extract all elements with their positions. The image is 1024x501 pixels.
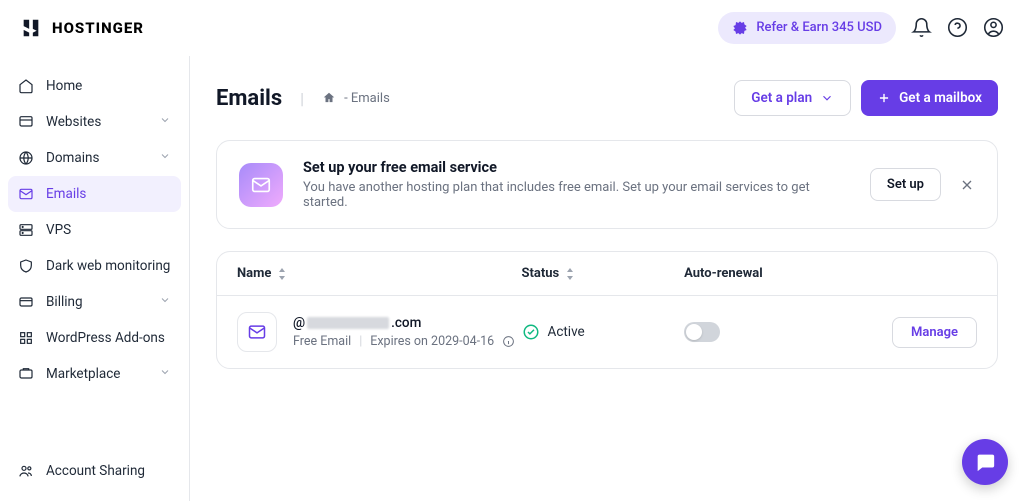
users-icon — [18, 463, 34, 479]
brand-logo[interactable]: HOSTINGER — [20, 17, 144, 39]
sidebar-item-emails[interactable]: Emails — [8, 176, 181, 212]
card-icon — [18, 294, 34, 310]
chevron-down-icon — [159, 294, 171, 310]
chevron-down-icon — [159, 150, 171, 166]
setup-button[interactable]: Set up — [870, 168, 941, 201]
plus-icon — [877, 91, 891, 105]
server-icon — [18, 222, 34, 238]
chevron-down-icon — [159, 366, 171, 382]
sidebar-item-account-sharing[interactable]: Account Sharing — [8, 453, 181, 489]
sidebar-item-darkweb[interactable]: Dark web monitoring — [8, 248, 181, 284]
button-label: Get a plan — [751, 90, 812, 106]
breadcrumb-text: - Emails — [344, 91, 390, 106]
page-header: Emails | - Emails Get a plan Get a mailb… — [216, 80, 998, 116]
column-header-name[interactable]: Name — [237, 266, 522, 281]
column-header-renewal: Auto-renewal — [684, 266, 867, 281]
redacted-domain — [307, 317, 389, 329]
sort-icon — [277, 268, 287, 280]
manage-button[interactable]: Manage — [892, 317, 977, 348]
main-content: Emails | - Emails Get a plan Get a mailb… — [190, 56, 1024, 501]
email-meta: Free Email | Expires on 2029-04-16 — [293, 334, 515, 349]
notifications-icon[interactable] — [910, 17, 932, 39]
emails-table: Name Status Auto-renewal @ — [216, 251, 998, 369]
info-icon[interactable] — [502, 335, 515, 348]
brand-name: HOSTINGER — [52, 19, 144, 37]
refer-label: Refer & Earn 345 USD — [756, 20, 882, 35]
setup-banner: Set up your free email service You have … — [216, 140, 998, 229]
get-mailbox-button[interactable]: Get a mailbox — [861, 80, 998, 116]
button-label: Get a mailbox — [899, 90, 982, 106]
account-icon[interactable] — [982, 17, 1004, 39]
header-right: Refer & Earn 345 USD — [718, 12, 1004, 44]
sidebar: Home Websites Domains Emails VPS — [0, 56, 190, 501]
sidebar-item-label: Emails — [46, 186, 171, 202]
sidebar-item-label: Billing — [46, 294, 147, 310]
help-icon[interactable] — [946, 17, 968, 39]
badge-icon — [732, 20, 748, 36]
status-text: Active — [548, 324, 585, 340]
sidebar-item-label: Marketplace — [46, 366, 147, 382]
chat-widget-button[interactable] — [962, 439, 1008, 485]
sidebar-item-home[interactable]: Home — [8, 68, 181, 104]
sort-icon — [565, 268, 575, 280]
mail-icon — [18, 186, 34, 202]
check-circle-icon — [522, 323, 540, 341]
refer-earn-pill[interactable]: Refer & Earn 345 USD — [718, 12, 896, 44]
sidebar-item-label: Dark web monitoring — [46, 258, 171, 274]
sidebar-item-label: Account Sharing — [46, 463, 171, 479]
sidebar-item-label: Domains — [46, 150, 147, 166]
mail-icon — [239, 163, 283, 207]
get-plan-button[interactable]: Get a plan — [734, 80, 851, 116]
page-title: Emails — [216, 86, 282, 111]
store-icon — [18, 366, 34, 382]
top-header: HOSTINGER Refer & Earn 345 USD — [0, 0, 1024, 56]
home-icon — [18, 78, 34, 94]
close-icon[interactable] — [959, 177, 975, 193]
column-header-status[interactable]: Status — [522, 266, 685, 281]
email-domain: @ .com — [293, 315, 515, 331]
sidebar-item-billing[interactable]: Billing — [8, 284, 181, 320]
globe-icon — [18, 150, 34, 166]
shield-icon — [18, 258, 34, 274]
mail-icon — [237, 312, 277, 352]
logo-icon — [20, 17, 42, 39]
sidebar-item-label: Websites — [46, 114, 147, 130]
sidebar-item-websites[interactable]: Websites — [8, 104, 181, 140]
sidebar-item-label: WordPress Add-ons — [46, 330, 171, 346]
chat-icon — [974, 451, 996, 473]
sidebar-item-label: VPS — [46, 222, 171, 238]
sidebar-item-wp-addons[interactable]: WordPress Add-ons — [8, 320, 181, 356]
home-icon — [322, 91, 336, 105]
breadcrumb[interactable]: - Emails — [322, 91, 390, 106]
chevron-down-icon — [820, 91, 834, 105]
sidebar-item-vps[interactable]: VPS — [8, 212, 181, 248]
sidebar-item-label: Home — [46, 78, 171, 94]
setup-description: You have another hosting plan that inclu… — [303, 180, 850, 210]
chevron-down-icon — [159, 114, 171, 130]
sidebar-nav: Home Websites Domains Emails VPS — [8, 68, 181, 453]
table-header: Name Status Auto-renewal — [217, 252, 997, 296]
websites-icon — [18, 114, 34, 130]
sidebar-item-domains[interactable]: Domains — [8, 140, 181, 176]
grid-icon — [18, 330, 34, 346]
auto-renewal-toggle[interactable] — [684, 322, 720, 342]
setup-title: Set up your free email service — [303, 159, 850, 176]
sidebar-item-marketplace[interactable]: Marketplace — [8, 356, 181, 392]
toggle-knob — [686, 324, 702, 340]
table-row: @ .com Free Email | Expires on 2029-04-1… — [217, 296, 997, 368]
